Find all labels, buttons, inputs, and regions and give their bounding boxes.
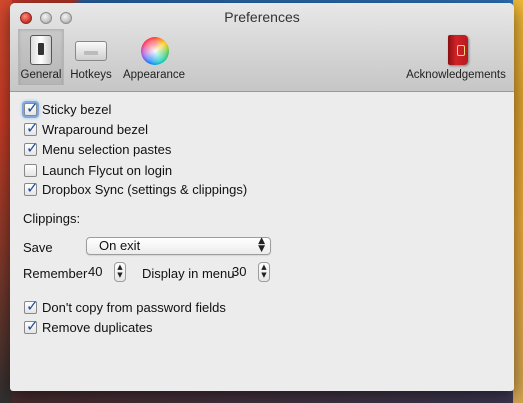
checkbox[interactable] — [24, 99, 39, 117]
checkbox[interactable] — [24, 297, 39, 315]
checkbox[interactable] — [24, 317, 39, 335]
option-remove-duplicates[interactable]: Remove duplicates — [24, 317, 153, 335]
checkbox-label: Menu selection pastes — [42, 142, 172, 157]
tab-general-label: General — [20, 69, 62, 81]
keyboard-icon — [75, 35, 107, 67]
option-dont-copy-passwords[interactable]: Don't copy from password fields — [24, 297, 226, 315]
tab-general[interactable]: General — [18, 29, 64, 85]
display-in-menu-value[interactable]: 30 — [232, 264, 246, 279]
checkbox-label: Remove duplicates — [42, 320, 153, 335]
checkbox[interactable] — [24, 139, 39, 157]
save-select-value: On exit — [99, 238, 141, 253]
remember-value[interactable]: 40 — [88, 264, 102, 279]
save-label: Save — [23, 240, 53, 255]
red-book-icon — [440, 35, 472, 67]
tab-hotkeys-label: Hotkeys — [70, 69, 112, 81]
tab-acknowledgements-label: Acknowledgements — [406, 69, 506, 81]
checkbox[interactable] — [24, 119, 39, 137]
checkbox[interactable] — [24, 179, 39, 197]
stepper-down-icon[interactable]: ▼ — [259, 271, 269, 279]
display-in-menu-label: Display in menu — [142, 266, 235, 281]
checkbox[interactable] — [24, 164, 37, 177]
display-in-menu-stepper[interactable]: ▲ ▼ — [258, 262, 270, 282]
color-wheel-icon — [138, 35, 170, 67]
toggle-switch-icon — [25, 35, 57, 67]
option-menu-selection-pastes[interactable]: Menu selection pastes — [24, 139, 172, 157]
save-select[interactable]: On exit ▲ ▼ — [86, 237, 271, 255]
checkbox-label: Wraparound bezel — [42, 122, 148, 137]
remember-label: Remember — [23, 266, 88, 281]
checkbox-label: Don't copy from password fields — [42, 300, 226, 315]
option-dropbox-sync[interactable]: Dropbox Sync (settings & clippings) — [24, 179, 248, 197]
stepper-up-icon[interactable]: ▲ — [115, 263, 125, 271]
checkbox-label: Dropbox Sync (settings & clippings) — [42, 182, 248, 197]
window-title: Preferences — [224, 9, 300, 25]
option-launch-on-login[interactable]: Launch Flycut on login — [24, 163, 172, 178]
stepper-down-icon[interactable]: ▼ — [115, 271, 125, 279]
tab-hotkeys[interactable]: Hotkeys — [66, 29, 116, 85]
tab-acknowledgements[interactable]: Acknowledgements — [402, 29, 510, 85]
option-wraparound-bezel[interactable]: Wraparound bezel — [24, 119, 148, 137]
stepper-up-icon[interactable]: ▲ — [259, 263, 269, 271]
option-sticky-bezel[interactable]: Sticky bezel — [24, 99, 112, 117]
checkbox-label: Launch Flycut on login — [42, 163, 173, 178]
tab-appearance-label: Appearance — [122, 69, 186, 81]
up-down-arrows-icon: ▲ ▼ — [258, 236, 265, 254]
window-toolbar: Preferences General Hotkeys Appearance A… — [10, 3, 514, 92]
clippings-heading: Clippings: — [23, 211, 81, 226]
tab-appearance[interactable]: Appearance — [120, 29, 188, 85]
checkbox-label: Sticky bezel — [42, 102, 112, 117]
remember-stepper[interactable]: ▲ ▼ — [114, 262, 126, 282]
desktop-wallpaper-right — [513, 0, 523, 403]
preferences-window: Preferences General Hotkeys Appearance A… — [10, 3, 514, 391]
